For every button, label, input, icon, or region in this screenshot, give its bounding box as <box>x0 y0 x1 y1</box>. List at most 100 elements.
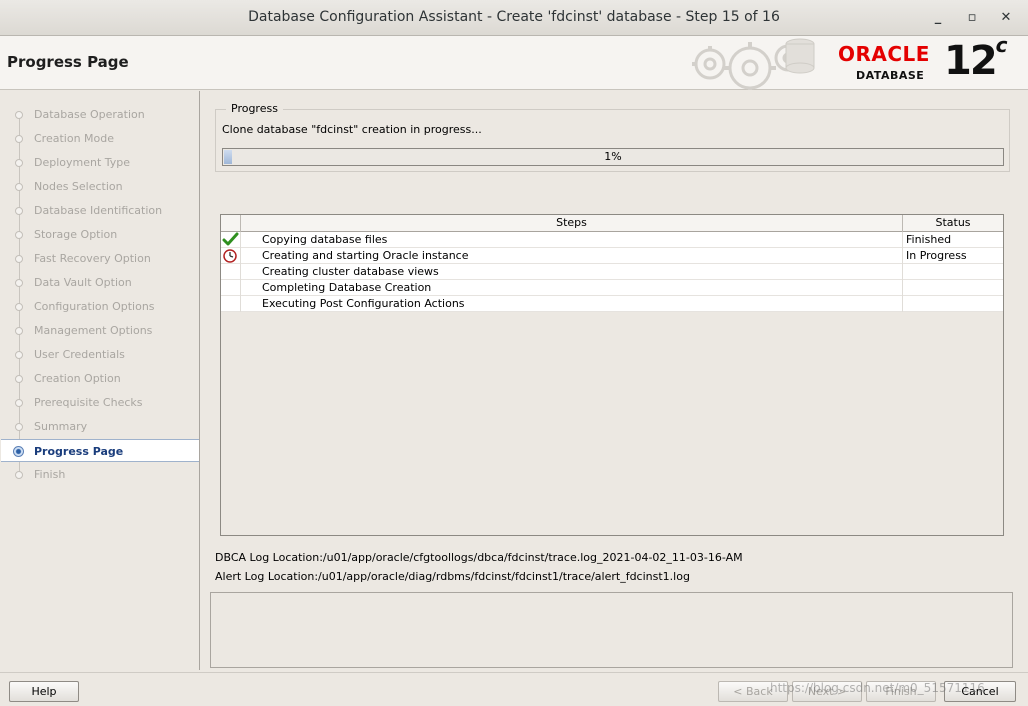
sidebar-step: Finish <box>1 463 199 486</box>
step-indicator-icon <box>15 423 23 431</box>
step-indicator-icon <box>15 399 23 407</box>
table-row[interactable]: Creating cluster database views <box>221 264 1003 280</box>
table-row[interactable]: Creating and starting Oracle instance In… <box>221 248 1003 264</box>
sidebar-step-label: Summary <box>34 420 88 433</box>
maximize-button[interactable]: ▫ <box>960 6 984 30</box>
column-header-status[interactable]: Status <box>903 215 1003 232</box>
step-name: Executing Post Configuration Actions <box>262 297 465 310</box>
sidebar-step[interactable]: Fast Recovery Option <box>1 247 199 270</box>
main-content: Progress Clone database "fdcinst" creati… <box>202 91 1028 670</box>
sidebar-step-label: Creation Mode <box>34 132 115 145</box>
icon-column-header <box>221 215 241 232</box>
step-name: Creating and starting Oracle instance <box>262 249 469 262</box>
sidebar-step[interactable]: Configuration Options <box>1 295 199 318</box>
sidebar-step-label: Database Identification <box>34 204 163 217</box>
sidebar-step-label: Configuration Options <box>34 300 155 313</box>
sidebar-step-label: Fast Recovery Option <box>34 252 151 265</box>
step-status <box>902 296 1003 312</box>
version-suffix: c <box>995 32 1008 57</box>
steps-table: Steps Status Copying database files Fini… <box>220 214 1004 536</box>
sidebar-step-label: Nodes Selection <box>34 180 123 193</box>
progress-legend: Progress <box>226 102 283 115</box>
sidebar-step-label: Storage Option <box>34 228 118 241</box>
row-icon-cell <box>221 248 241 264</box>
close-button[interactable]: ✕ <box>994 6 1018 30</box>
step-name: Creating cluster database views <box>262 265 439 278</box>
oracle-logo: ORACLE DATABASE <box>838 42 930 82</box>
step-indicator-icon <box>15 471 23 479</box>
page-title: Progress Page <box>7 53 129 71</box>
details-pane <box>210 592 1013 668</box>
oracle-logo-subtitle: DATABASE <box>856 69 925 82</box>
step-indicator-icon <box>15 159 23 167</box>
progress-bar: 1% <box>222 148 1004 166</box>
step-status <box>902 280 1003 296</box>
watermark-text: https://blog.csdn.net/m0_51571116 <box>770 681 985 695</box>
sidebar-step[interactable]: Creation Mode <box>1 127 199 150</box>
column-header-steps[interactable]: Steps <box>241 215 903 232</box>
step-indicator-icon <box>15 255 23 263</box>
table-row[interactable]: Copying database files Finished <box>221 232 1003 248</box>
sidebar-step[interactable]: Summary <box>1 415 199 438</box>
sidebar-step[interactable]: Deployment Type <box>1 151 199 174</box>
sidebar-step[interactable]: Prerequisite Checks <box>1 391 199 414</box>
progress-percent: 1% <box>604 150 622 163</box>
version-badge: 12c <box>944 33 1008 84</box>
step-name: Completing Database Creation <box>262 281 432 294</box>
step-indicator-icon <box>15 183 23 191</box>
help-button[interactable]: Help <box>9 681 79 702</box>
dbca-log-location: DBCA Log Location:/u01/app/oracle/cfgtoo… <box>215 551 743 564</box>
sidebar-step-label: Creation Option <box>34 372 121 385</box>
oracle-logo-text: ORACLE <box>838 42 930 66</box>
step-indicator-icon <box>15 351 23 359</box>
step-indicator-icon <box>15 135 23 143</box>
active-step-indicator-icon <box>13 446 24 457</box>
step-name: Copying database files <box>262 233 388 246</box>
clock-icon <box>223 249 237 263</box>
sidebar-step-label: Prerequisite Checks <box>34 396 143 409</box>
sidebar-step[interactable]: Data Vault Option <box>1 271 199 294</box>
step-indicator-icon <box>15 375 23 383</box>
alert-log-location: Alert Log Location:/u01/app/oracle/diag/… <box>215 570 690 583</box>
sidebar-step-label: Progress Page <box>34 445 124 458</box>
sidebar-step[interactable]: Nodes Selection <box>1 175 199 198</box>
sidebar-step-label: Deployment Type <box>34 156 131 169</box>
progress-status-text: Clone database "fdcinst" creation in pro… <box>222 123 482 136</box>
steps-table-header: Steps Status <box>221 215 1003 232</box>
row-icon-cell <box>221 280 241 296</box>
step-status: In Progress <box>902 248 1003 264</box>
row-icon-cell <box>221 296 241 312</box>
window-title: Database Configuration Assistant - Creat… <box>248 9 780 25</box>
step-status <box>902 264 1003 280</box>
step-indicator-icon <box>15 327 23 335</box>
sidebar-step[interactable]: Database Identification <box>1 199 199 222</box>
sidebar-step-label: User Credentials <box>34 348 125 361</box>
step-status: Finished <box>902 232 1003 248</box>
sidebar-step[interactable]: Creation Option <box>1 367 199 390</box>
sidebar-step-label: Data Vault Option <box>34 276 132 289</box>
sidebar-step-active[interactable]: Progress Page <box>1 439 199 462</box>
window-titlebar: Database Configuration Assistant - Creat… <box>0 0 1028 36</box>
sidebar-step[interactable]: Management Options <box>1 319 199 342</box>
check-icon <box>222 232 239 246</box>
step-indicator-icon <box>15 279 23 287</box>
sidebar-step[interactable]: Storage Option <box>1 223 199 246</box>
version-number: 12 <box>944 38 998 84</box>
step-indicator-icon <box>15 111 23 119</box>
sidebar-step-label: Database Operation <box>34 108 145 121</box>
sidebar-step-label: Finish <box>34 468 66 481</box>
step-indicator-icon <box>15 207 23 215</box>
table-row[interactable]: Completing Database Creation <box>221 280 1003 296</box>
gears-decoration-icon <box>692 38 815 90</box>
row-icon-cell <box>221 264 241 280</box>
step-indicator-icon <box>15 231 23 239</box>
minimize-button[interactable]: _ <box>926 6 950 30</box>
wizard-steps-sidebar: Database Operation Creation Mode Deploym… <box>1 91 200 670</box>
row-icon-cell <box>221 232 241 248</box>
header-banner: Progress Page ORACLE DATABASE 12c <box>0 33 1028 90</box>
sidebar-step-label: Management Options <box>34 324 153 337</box>
sidebar-step[interactable]: User Credentials <box>1 343 199 366</box>
progress-group: Progress Clone database "fdcinst" creati… <box>215 102 1010 172</box>
table-row[interactable]: Executing Post Configuration Actions <box>221 296 1003 312</box>
sidebar-step[interactable]: Database Operation <box>1 103 199 126</box>
